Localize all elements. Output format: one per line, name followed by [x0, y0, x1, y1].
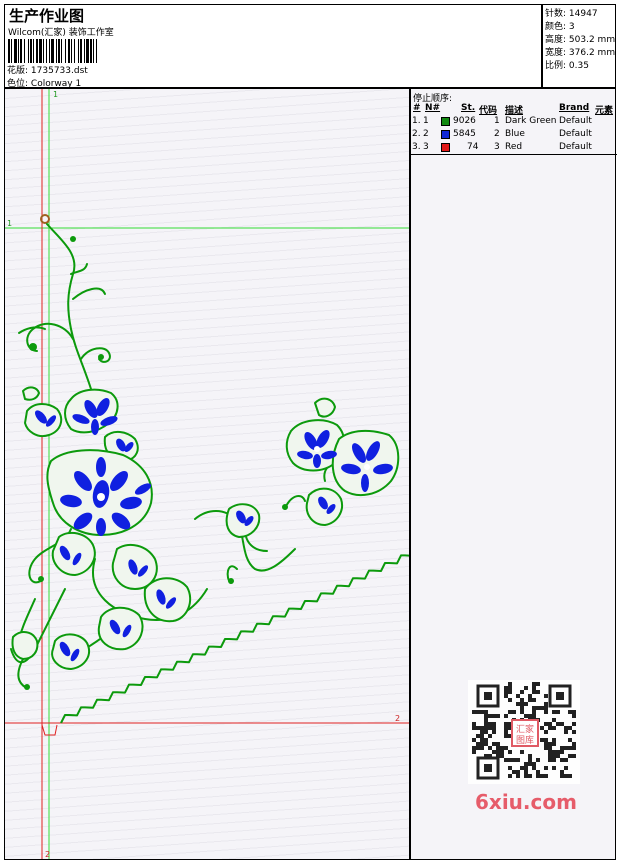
stat-scale: 比例: 0.35 [545, 61, 589, 71]
stat-colors: 颜色: 3 [545, 22, 575, 32]
col-header-element: 元素 [595, 106, 614, 116]
stat-height: 高度: 503.2 mm [545, 35, 616, 45]
color-swatch [441, 143, 450, 152]
stamp-seal-text: 汇家 [516, 723, 534, 735]
guide-label-red-v: 2 [45, 850, 50, 859]
design-stats: 针数: 14947 颜色: 3 高度: 503.2 mm 宽度: 376.2 m… [542, 4, 616, 88]
svg-text:图库: 图库 [516, 734, 534, 746]
design-file-row: 花版: 1735733.dst [7, 63, 88, 76]
table-divider [411, 154, 617, 155]
color-swatch [441, 117, 450, 126]
col-header-code: 代码 [479, 106, 498, 116]
guide-label-red-h: 2 [395, 714, 400, 723]
col-header-index: # [413, 103, 421, 113]
guide-label-green-h: 1 [7, 219, 12, 228]
table-row[interactable]: 2. 2 5845 2 Blue Default [411, 129, 617, 142]
col-header-stitches: St. [461, 103, 476, 113]
company-name: Wilcom(汇家) 装饰工作室 [8, 28, 114, 38]
design-label: 花版: [7, 66, 29, 76]
col-header-description: 描述 [505, 106, 524, 116]
embroidery-canvas[interactable]: 1 1 2 2 [4, 88, 410, 860]
qr-code: 汇家 图库 [468, 680, 580, 784]
design-file: 1735733.dst [30, 66, 88, 76]
embroidery-drawing: 1 1 2 2 [5, 89, 409, 859]
stat-width: 宽度: 376.2 mm [545, 48, 616, 58]
col-header-brand: Brand [559, 103, 590, 113]
watermark-site: 6xiu.com [475, 790, 577, 814]
page-title: 生产作业图 [9, 7, 85, 25]
stat-stitch-count: 针数: 14947 [545, 9, 598, 19]
guide-label-green-v: 1 [53, 90, 58, 99]
header-info: 生产作业图 Wilcom(汇家) 装饰工作室 花版: 1735733.dst 色… [4, 4, 542, 89]
table-row[interactable]: 1. 1 9026 1 Dark Green Default [411, 116, 617, 129]
col-header-needle: N# [425, 103, 441, 113]
color-swatch [441, 130, 450, 139]
barcode [8, 39, 97, 63]
green-leaves [11, 386, 400, 670]
